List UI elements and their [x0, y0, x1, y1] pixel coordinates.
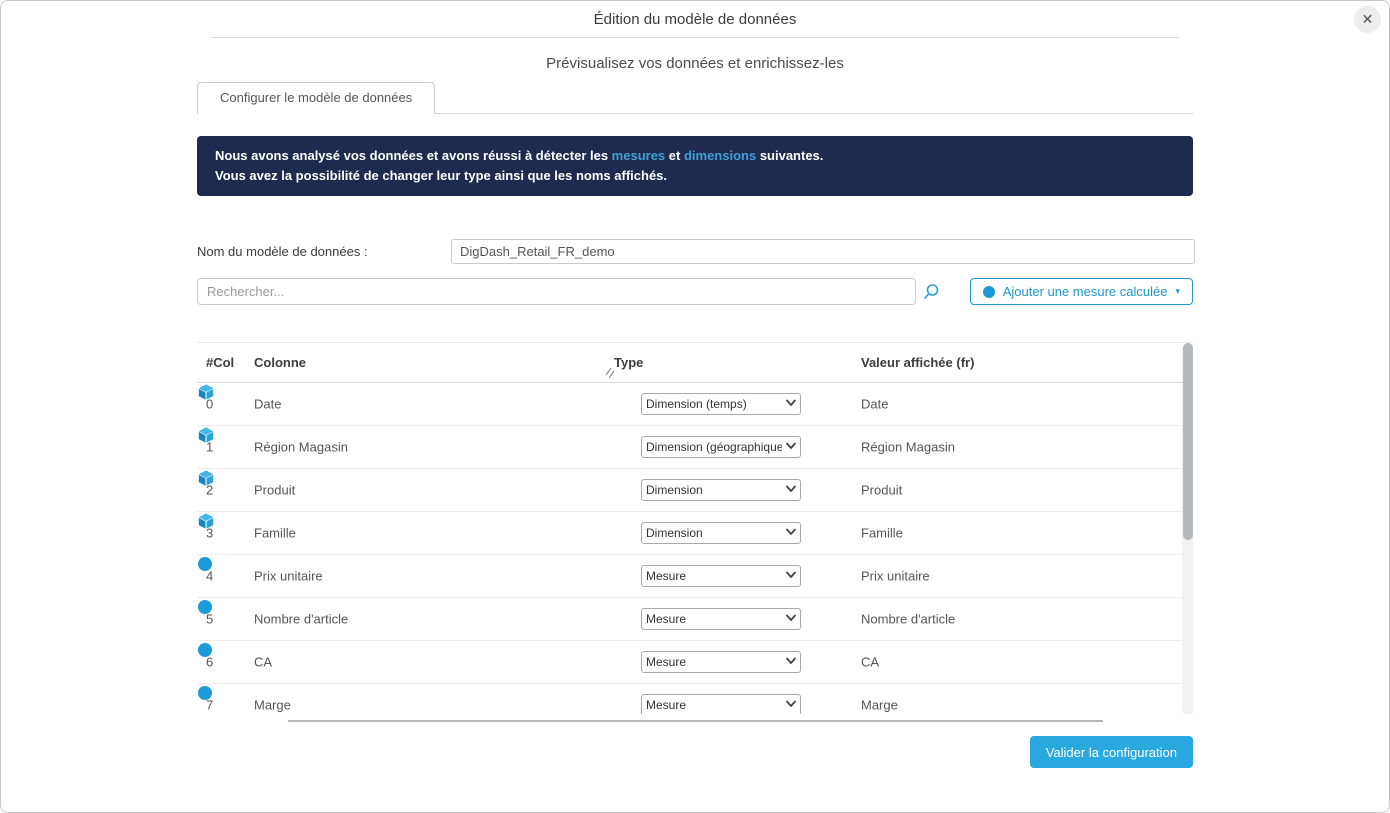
type-select-wrap: Dimension (géographique)	[641, 436, 801, 458]
tab-configure-data-model[interactable]: Configurer le modèle de données	[197, 82, 435, 114]
measure-circle-icon	[983, 286, 995, 298]
dialog-subtitle: Prévisualisez vos données et enrichissez…	[1, 55, 1389, 72]
row-number: 6	[206, 655, 213, 670]
row-number: 5	[206, 612, 213, 627]
tab-bar: Configurer le modèle de données	[197, 83, 1193, 114]
data-model-dialog: Édition du modèle de données ✕ Prévisual…	[0, 0, 1390, 813]
banner-line-2: Vous avez la possibilité de changer leur…	[215, 166, 1175, 186]
table-scrollbar[interactable]	[1182, 343, 1193, 714]
banner-word-mesures: mesures	[612, 148, 665, 163]
type-select[interactable]: Dimension (temps)	[641, 393, 801, 415]
type-select[interactable]: Dimension	[641, 522, 801, 544]
columns-table: #Col Colonne Type Valeur affichée (fr) 0…	[197, 342, 1193, 714]
close-button[interactable]: ✕	[1354, 6, 1381, 33]
type-select-wrap: Mesure	[641, 651, 801, 673]
table-header-row: #Col Colonne Type Valeur affichée (fr)	[197, 343, 1193, 383]
dialog-footer: Valider la configuration	[197, 736, 1193, 768]
header-column: Colonne	[254, 343, 306, 383]
row-number: 0	[206, 397, 213, 412]
row-number: 2	[206, 483, 213, 498]
type-select[interactable]: Dimension (géographique)	[641, 436, 801, 458]
display-value: Famille	[861, 526, 903, 541]
table-body: 0 Date Dimension (temps) Date 1 Région M…	[197, 383, 1193, 714]
type-select-wrap: Mesure	[641, 694, 801, 714]
type-select[interactable]: Dimension	[641, 479, 801, 501]
table-row: 5 Nombre d'article Mesure Nombre d'artic…	[197, 598, 1193, 641]
table-row: 0 Date Dimension (temps) Date	[197, 383, 1193, 426]
display-value: Marge	[861, 698, 898, 713]
row-number: 7	[206, 698, 213, 713]
footer-divider	[288, 720, 1103, 722]
type-select-wrap: Dimension (temps)	[641, 393, 801, 415]
display-value: Région Magasin	[861, 440, 955, 455]
info-banner: Nous avons analysé vos données et avons …	[197, 136, 1193, 196]
type-select-wrap: Mesure	[641, 608, 801, 630]
dialog-title: Édition du modèle de données	[1, 1, 1389, 28]
model-name-label: Nom du modèle de données :	[197, 244, 368, 259]
column-name: Prix unitaire	[254, 569, 323, 584]
row-number: 3	[206, 526, 213, 541]
table-row: 2 Produit Dimension Produit	[197, 469, 1193, 512]
banner-word-dimensions: dimensions	[684, 148, 756, 163]
type-select[interactable]: Mesure	[641, 651, 801, 673]
column-name: Région Magasin	[254, 440, 348, 455]
type-select[interactable]: Mesure	[641, 694, 801, 714]
type-select-wrap: Dimension	[641, 479, 801, 501]
type-select-wrap: Mesure	[641, 565, 801, 587]
header-type: Type	[614, 343, 643, 383]
close-icon: ✕	[1362, 11, 1374, 27]
display-value: Date	[861, 397, 888, 412]
table-row: 6 CA Mesure CA	[197, 641, 1193, 684]
type-select[interactable]: Mesure	[641, 565, 801, 587]
model-name-input[interactable]	[451, 239, 1195, 264]
display-value: CA	[861, 655, 879, 670]
column-resize-grip[interactable]	[605, 367, 614, 378]
search-row: Ajouter une mesure calculée ▾	[197, 278, 1193, 306]
header-display-value: Valeur affichée (fr)	[861, 343, 974, 383]
column-name: Nombre d'article	[254, 612, 348, 627]
type-select[interactable]: Mesure	[641, 608, 801, 630]
validate-configuration-button[interactable]: Valider la configuration	[1030, 736, 1193, 768]
add-calculated-measure-button[interactable]: Ajouter une mesure calculée ▾	[970, 278, 1193, 305]
display-value: Prix unitaire	[861, 569, 930, 584]
column-name: Date	[254, 397, 281, 412]
row-number: 1	[206, 440, 213, 455]
banner-line-1: Nous avons analysé vos données et avons …	[215, 146, 1175, 166]
column-name: CA	[254, 655, 272, 670]
search-icon[interactable]	[923, 283, 940, 300]
column-name: Marge	[254, 698, 291, 713]
type-select-wrap: Dimension	[641, 522, 801, 544]
row-number: 4	[206, 569, 213, 584]
search-input[interactable]	[197, 278, 916, 305]
table-row: 7 Marge Mesure Marge	[197, 684, 1193, 714]
column-name: Famille	[254, 526, 296, 541]
table-row: 1 Région Magasin Dimension (géographique…	[197, 426, 1193, 469]
column-name: Produit	[254, 483, 295, 498]
table-row: 4 Prix unitaire Mesure Prix unitaire	[197, 555, 1193, 598]
caret-down-icon: ▾	[1175, 286, 1180, 297]
scrollbar-thumb[interactable]	[1183, 343, 1193, 540]
table-row: 3 Famille Dimension Famille	[197, 512, 1193, 555]
header-col-number: #Col	[206, 343, 234, 383]
title-divider	[211, 37, 1179, 38]
display-value: Nombre d'article	[861, 612, 955, 627]
model-name-row: Nom du modèle de données :	[197, 239, 1193, 265]
display-value: Produit	[861, 483, 902, 498]
